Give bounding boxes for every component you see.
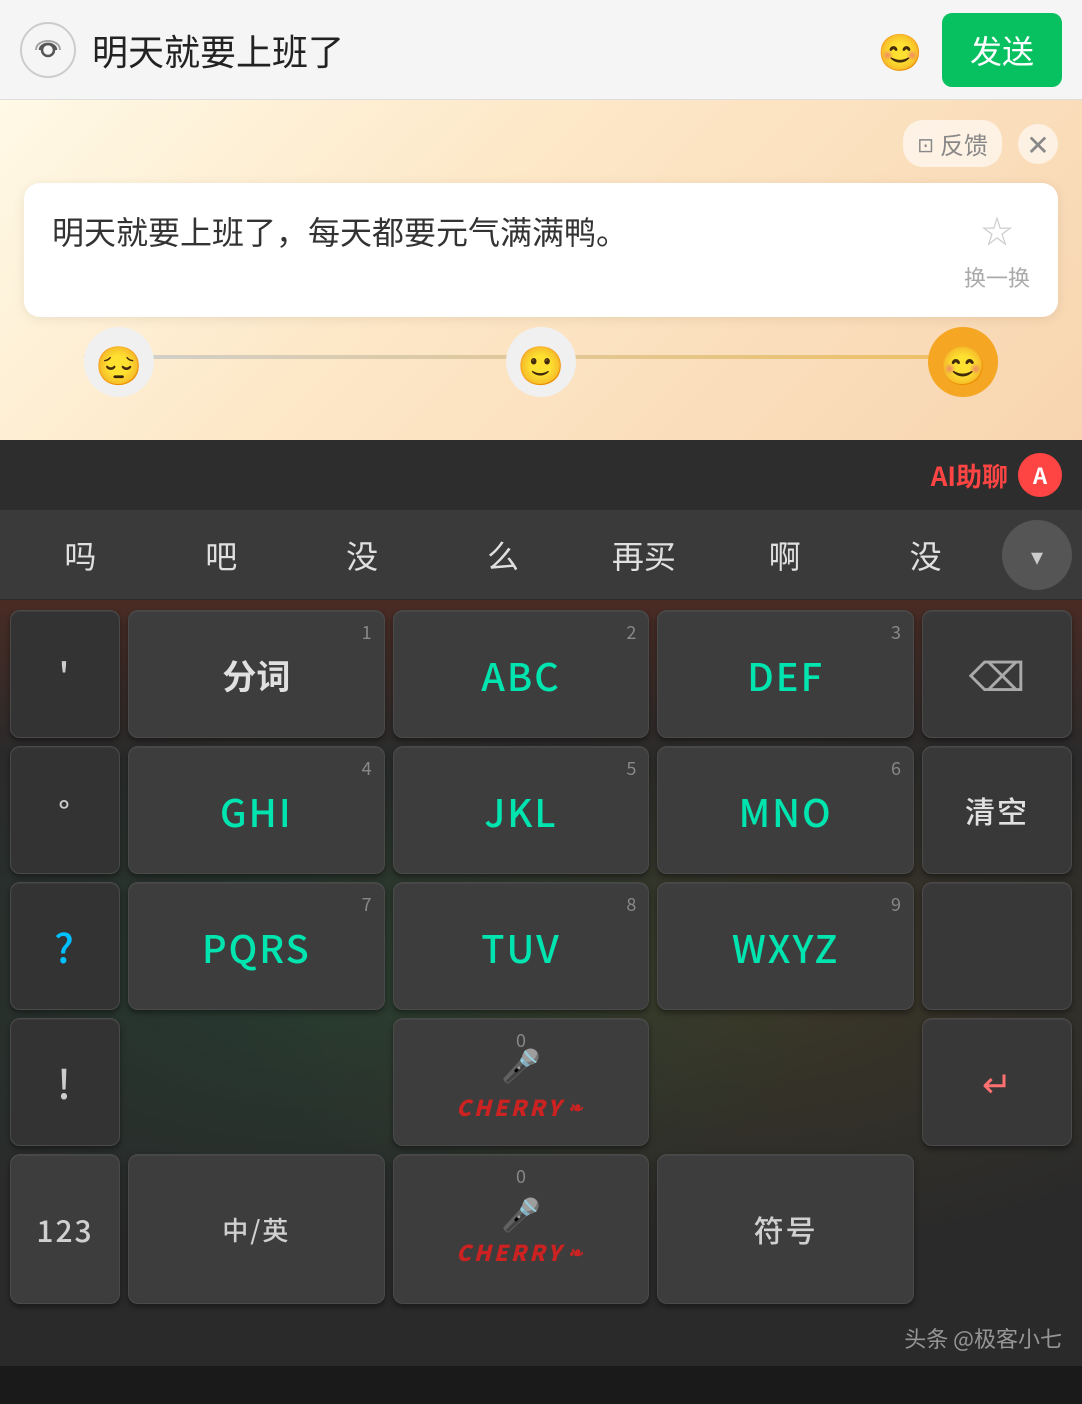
key-5-num: 5 (626, 755, 636, 781)
key-6-mno[interactable]: 6 MNO (657, 746, 914, 874)
key-8-label: TUV (481, 919, 560, 974)
ai-icon[interactable]: A (1018, 453, 1062, 497)
key-clear[interactable]: 清空 (922, 746, 1072, 874)
key-5-jkl[interactable]: 5 JKL (393, 746, 650, 874)
key-space-empty1 (128, 1018, 385, 1146)
key-question[interactable]: ? (10, 882, 120, 1010)
feedback-label: 反馈 (940, 126, 988, 161)
emoji-icon[interactable]: 😊 (874, 24, 926, 76)
suggestion-toolbar: ⊡ 反馈 ✕ (24, 120, 1058, 167)
key-2-label: ABC (481, 647, 561, 702)
emotion-slider[interactable]: 😔 🙂 😊 (24, 317, 1058, 397)
key-9-wxyz[interactable]: 9 WXYZ (657, 882, 914, 1010)
key-3-def[interactable]: 3 DEF (657, 610, 914, 738)
key-2-abc[interactable]: 2 ABC (393, 610, 650, 738)
backspace-icon: ⌫ (969, 645, 1026, 703)
word-item-0[interactable]: 吗 (10, 522, 151, 588)
key-4-num: 4 (362, 755, 372, 781)
key-9-num: 9 (891, 891, 901, 917)
ai-chat-bar: AI助聊 A (0, 440, 1082, 510)
cherry-text-bottom: CHERRY (456, 1236, 564, 1268)
key-7-pqrs[interactable]: 7 PQRS (128, 882, 385, 1010)
key-4-ghi[interactable]: 4 GHI (128, 746, 385, 874)
star-icon[interactable]: ☆ (981, 207, 1013, 253)
key-empty-bottom (922, 1154, 1072, 1304)
close-suggestion-button[interactable]: ✕ (1018, 124, 1058, 164)
key-7-label: PQRS (202, 919, 311, 974)
refresh-label[interactable]: 换一换 (964, 261, 1030, 293)
keyboard-grid: ' 1 分词 2 ABC 3 DEF ⌫ ° 4 GHI 5 JKL 6 (0, 600, 1082, 1314)
key-lang-label: 中/英 (222, 1211, 290, 1248)
cherry-logo-bottom: CHERRY ❧ (456, 1236, 586, 1268)
key-3-num: 3 (891, 619, 901, 645)
key-3-label: DEF (747, 647, 824, 702)
message-input[interactable]: 明天就要上班了 (92, 24, 858, 76)
feedback-icon: ⊡ (917, 129, 934, 158)
key-6-label: MNO (739, 783, 833, 838)
word-item-3[interactable]: 么 (433, 522, 574, 588)
key-bottom-mic[interactable]: 0 🎤 CHERRY ❧ (393, 1154, 650, 1304)
key-1-fensi[interactable]: 1 分词 (128, 610, 385, 738)
word-item-6[interactable]: 没 (855, 522, 996, 588)
question-label: ? (54, 917, 76, 975)
word-item-4[interactable]: 再买 (573, 522, 714, 588)
key-5-label: JKL (484, 783, 557, 838)
chevron-down-icon: ▾ (1031, 537, 1043, 572)
top-input-bar: 明天就要上班了 😊 发送 (0, 0, 1082, 100)
emotion-neutral[interactable]: 🙂 (506, 327, 576, 397)
symbol-label: 符号 (754, 1207, 818, 1251)
exclaim-label: ! (57, 1053, 73, 1111)
key-exclaim[interactable]: ! (10, 1018, 120, 1146)
key-123-label: 123 (36, 1207, 93, 1251)
key-symbol[interactable]: 符号 (657, 1154, 914, 1304)
key-1-num: 1 (362, 619, 372, 645)
cherry-leaf-icon: ❧ (568, 1094, 586, 1120)
word-item-1[interactable]: 吧 (151, 522, 292, 588)
voice-icon[interactable] (20, 22, 76, 78)
key-8-num: 8 (626, 891, 636, 917)
cherry-leaf-bottom: ❧ (568, 1239, 586, 1265)
key-1-label: 分词 (222, 650, 290, 699)
cherry-text: CHERRY (456, 1091, 564, 1123)
enter-icon: ↵ (982, 1056, 1012, 1108)
ai-label: AI助聊 (931, 457, 1008, 494)
key-8-tuv[interactable]: 8 TUV (393, 882, 650, 1010)
key-4-label: GHI (220, 783, 293, 838)
suggestion-box: 明天就要上班了，每天都要元气满满鸭。 ☆ 换一换 (24, 183, 1058, 317)
comma-label: ' (59, 648, 72, 700)
key-7-num: 7 (362, 891, 372, 917)
mic-icon-bottom: 🎤 (501, 1190, 541, 1236)
star-refresh-area[interactable]: ☆ 换一换 (964, 207, 1030, 293)
degree-label: ° (58, 788, 72, 832)
key-lang[interactable]: 中/英 (128, 1154, 385, 1304)
key-enter-row3[interactable] (922, 882, 1072, 1010)
key-123[interactable]: 123 (10, 1154, 120, 1304)
keyboard-area: ' 1 分词 2 ABC 3 DEF ⌫ ° 4 GHI 5 JKL 6 (0, 600, 1082, 1366)
suggestion-text: 明天就要上班了，每天都要元气满满鸭。 (52, 207, 948, 255)
watermark-text: 头条 @极客小七 (904, 1322, 1062, 1354)
feedback-button[interactable]: ⊡ 反馈 (903, 120, 1002, 167)
send-button[interactable]: 发送 (942, 13, 1062, 87)
key-9-label: WXYZ (732, 919, 840, 974)
emotion-sad[interactable]: 😔 (84, 327, 154, 397)
key-enter[interactable]: ↵ (922, 1018, 1072, 1146)
clear-label: 清空 (965, 788, 1029, 832)
emotion-happy[interactable]: 😊 (928, 327, 998, 397)
key-degree[interactable]: ° (10, 746, 120, 874)
cherry-logo: CHERRY ❧ (456, 1091, 586, 1123)
key-6-num: 6 (891, 755, 901, 781)
word-item-2[interactable]: 没 (292, 522, 433, 588)
key-2-num: 2 (626, 619, 636, 645)
key-0-bottom-num: 0 (516, 1163, 526, 1189)
expand-words-button[interactable]: ▾ (1002, 520, 1072, 590)
key-0-num: 0 (516, 1027, 526, 1053)
key-comma[interactable]: ' (10, 610, 120, 738)
key-space-empty2 (657, 1018, 914, 1146)
word-suggestion-row: 吗 吧 没 么 再买 啊 没 ▾ (0, 510, 1082, 600)
suggestion-panel: ⊡ 反馈 ✕ 明天就要上班了，每天都要元气满满鸭。 ☆ 换一换 😔 🙂 😊 (0, 100, 1082, 440)
key-backspace[interactable]: ⌫ (922, 610, 1072, 738)
word-item-5[interactable]: 啊 (714, 522, 855, 588)
key-zero-mic[interactable]: 0 🎤 CHERRY ❧ (393, 1018, 650, 1146)
bottom-watermark: 头条 @极客小七 (0, 1314, 1082, 1366)
